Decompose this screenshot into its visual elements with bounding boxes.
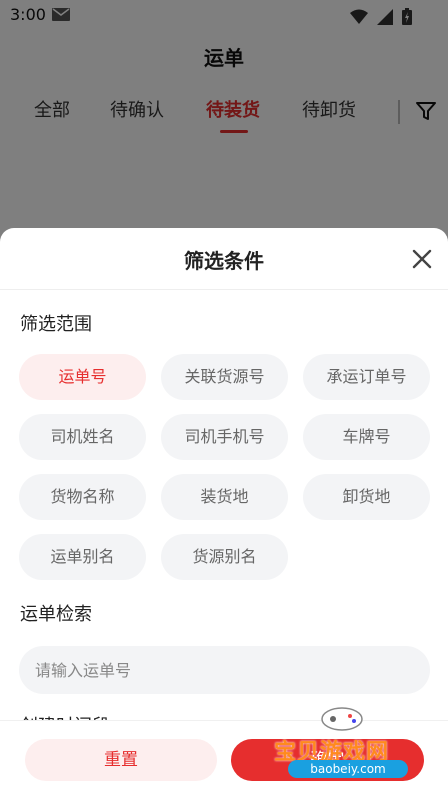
gamepad-icon bbox=[321, 707, 363, 731]
chip-waybill-no[interactable]: 运单号 bbox=[19, 354, 146, 400]
chip-plate-no[interactable]: 车牌号 bbox=[303, 414, 430, 460]
chip-goods-name[interactable]: 货物名称 bbox=[19, 474, 146, 520]
chip-loading-place[interactable]: 装货地 bbox=[161, 474, 288, 520]
chip-driver-phone[interactable]: 司机手机号 bbox=[161, 414, 288, 460]
close-icon[interactable] bbox=[410, 247, 434, 271]
reset-button[interactable]: 重置 bbox=[25, 739, 217, 781]
sheet-title: 筛选条件 bbox=[184, 249, 264, 273]
scope-label: 筛选范围 bbox=[20, 314, 92, 335]
chip-source-alias[interactable]: 货源别名 bbox=[161, 534, 288, 580]
sheet-header: 筛选条件 bbox=[0, 228, 448, 290]
chip-unloading-place[interactable]: 卸货地 bbox=[303, 474, 430, 520]
watermark-url: baobeiy.com bbox=[288, 760, 408, 778]
watermark: 宝贝游戏网 baobeiy.com bbox=[268, 700, 428, 790]
chip-carrier-order-no[interactable]: 承运订单号 bbox=[303, 354, 430, 400]
chip-waybill-alias[interactable]: 运单别名 bbox=[19, 534, 146, 580]
chip-related-source-no[interactable]: 关联货源号 bbox=[161, 354, 288, 400]
chip-driver-name[interactable]: 司机姓名 bbox=[19, 414, 146, 460]
waybill-search-input[interactable] bbox=[19, 646, 430, 694]
search-label: 运单检索 bbox=[20, 604, 92, 625]
